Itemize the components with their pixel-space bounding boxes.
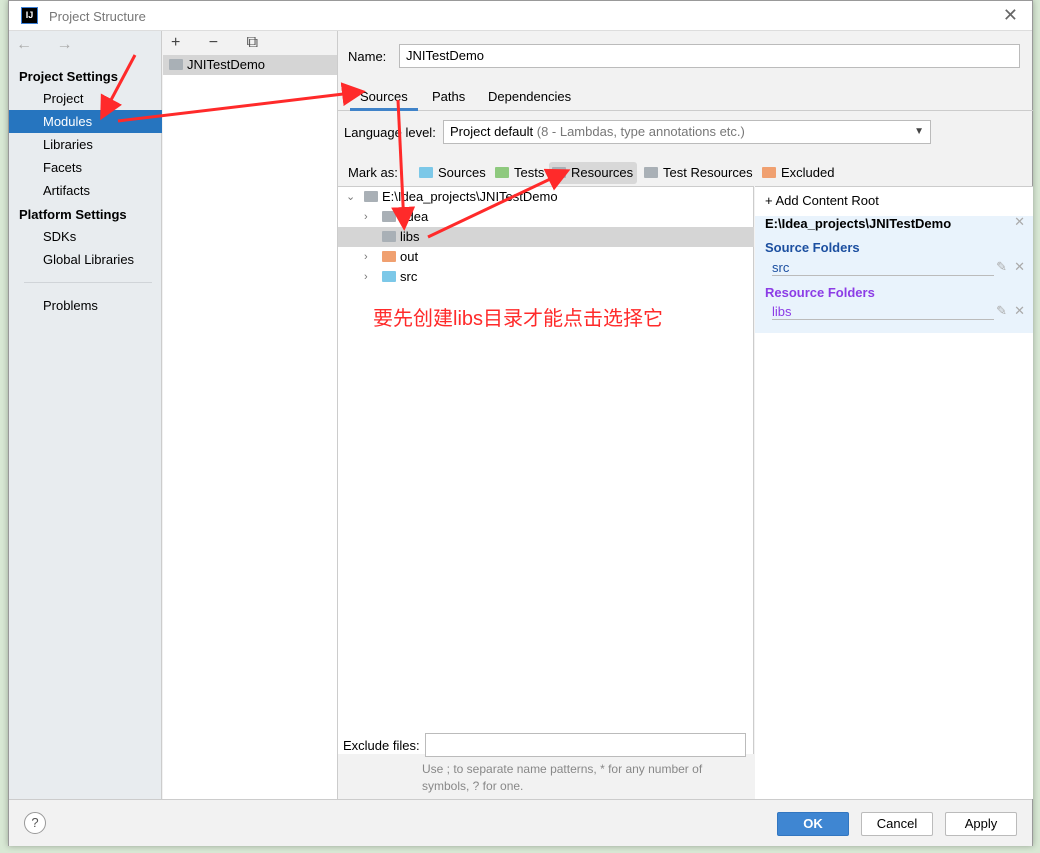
arrow-to-resources — [427, 168, 571, 239]
arrow-to-modules — [100, 54, 137, 121]
annotation-arrows — [100, 54, 571, 239]
arrow-to-sources-tab — [117, 82, 366, 123]
arrow-to-libs — [391, 99, 416, 231]
